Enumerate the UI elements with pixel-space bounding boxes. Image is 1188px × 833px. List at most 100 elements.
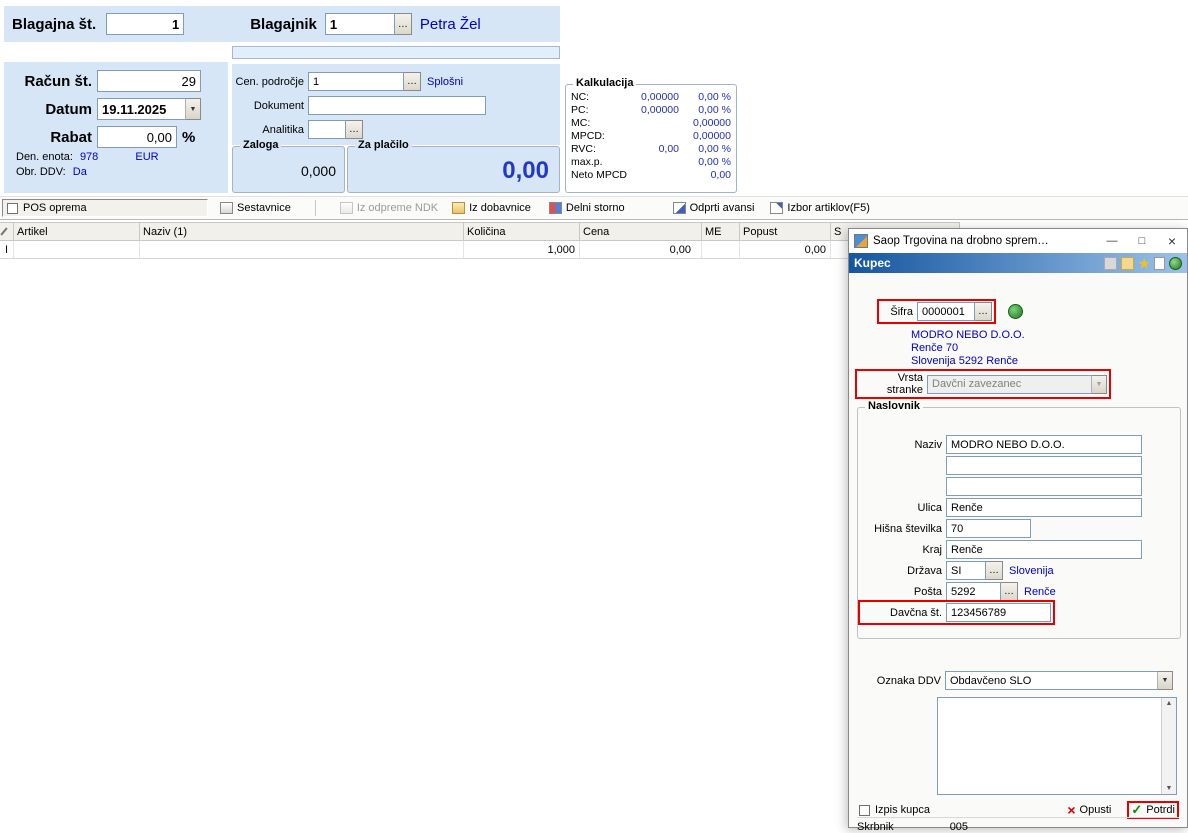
cancel-cross-icon: × xyxy=(1067,802,1076,818)
row-indicator: I xyxy=(0,241,14,258)
oznaka-ddv-dropdown-button[interactable]: ▼ xyxy=(1157,671,1173,690)
highlight-vrsta-stranke: Vrsta stranke Davčni zavezanec ▼ xyxy=(855,369,1111,399)
sestavnice-button[interactable]: Sestavnice xyxy=(216,200,295,216)
delni-storno-button[interactable]: Delni storno xyxy=(545,200,629,216)
notes-scrollbar[interactable]: ▲ ▼ xyxy=(1161,698,1176,794)
potrdi-button[interactable]: ✓ Potrdi xyxy=(1131,803,1175,816)
den-enota-code: 978 xyxy=(79,151,99,163)
kalk-row: RVC: 0,00 0,00 % xyxy=(566,142,736,155)
edit-column-header[interactable] xyxy=(0,223,14,240)
drzava-label: Država xyxy=(907,564,942,577)
scroll-down-icon[interactable]: ▼ xyxy=(1166,785,1173,792)
dialog-title: Saop Trgovina na drobno sprem… xyxy=(873,235,1049,247)
zaloga-value: 0,000 xyxy=(300,163,336,179)
cell-cena[interactable]: 0,00 xyxy=(580,241,702,258)
folder-icon[interactable] xyxy=(1121,256,1135,270)
iz-dobavnice-button[interactable]: Iz dobavnice xyxy=(448,200,535,216)
kraj-input[interactable]: Renče xyxy=(946,540,1142,559)
izpis-kupca-checkbox[interactable] xyxy=(859,804,870,816)
naziv-input[interactable]: MODRO NEBO D.O.O. xyxy=(946,435,1142,454)
analitika-input[interactable] xyxy=(308,120,346,139)
cell-naziv[interactable] xyxy=(140,241,464,258)
kalk-v2: 0,00 xyxy=(710,168,731,181)
naziv-label: Naziv xyxy=(914,438,942,451)
document-icon[interactable] xyxy=(1154,256,1165,270)
blagajna-input[interactable]: 1 xyxy=(106,13,185,35)
iz-odpreme-button: Iz odpreme NDK xyxy=(336,200,442,216)
drzava-lookup-button[interactable]: … xyxy=(986,561,1003,580)
table-row[interactable]: I 1,000 0,00 0,00 xyxy=(0,241,960,259)
za-placilo-label: Za plačilo xyxy=(355,139,412,151)
izbor-artiklov-button[interactable]: Izbor artiklov(F5) xyxy=(766,200,874,216)
maximize-button[interactable]: □ xyxy=(1127,230,1157,252)
blagajna-label: Blagajna št. xyxy=(12,15,97,33)
davcna-input[interactable]: 123456789 xyxy=(946,603,1051,622)
cell-kolicina[interactable]: 1,000 xyxy=(464,241,580,258)
cen-podrocje-name: Splošni xyxy=(427,75,464,88)
scroll-up-icon[interactable]: ▲ xyxy=(1166,700,1173,707)
kalk-v1: 0,00000 xyxy=(641,90,679,103)
oznaka-ddv-select[interactable]: Obdavčeno SLO xyxy=(945,671,1157,690)
ulica-input[interactable]: Renče xyxy=(946,498,1142,517)
pos-oprema-checkbox[interactable] xyxy=(7,202,18,214)
grid-header: Artikel Naziv (1) Količina Cena ME Popus… xyxy=(0,222,960,241)
datum-input[interactable]: 19.11.2025 xyxy=(97,98,185,120)
posta-lookup-button[interactable]: … xyxy=(1001,582,1018,601)
datum-dropdown-button[interactable]: ▼ xyxy=(185,98,201,120)
racun-input[interactable]: 29 xyxy=(97,70,201,92)
sifra-lookup-button[interactable]: … xyxy=(975,302,992,321)
cashier-panel: Blagajna št. 1 Blagajnik 1 … Petra Žel xyxy=(4,6,560,42)
cen-podrocje-input[interactable]: 1 xyxy=(308,72,404,91)
analitika-lookup-button[interactable]: … xyxy=(346,120,363,139)
column-header-me[interactable]: ME xyxy=(702,223,740,240)
globe-icon[interactable] xyxy=(1008,304,1023,319)
cell-popust[interactable]: 0,00 xyxy=(740,241,831,258)
sifra-input[interactable]: 0000001 xyxy=(917,302,975,321)
hisna-input[interactable]: 70 xyxy=(946,519,1031,538)
kalk-label: PC: xyxy=(571,103,589,116)
kalk-label: MPCD: xyxy=(571,129,605,142)
blagajnik-lookup-button[interactable]: … xyxy=(394,13,412,35)
rabat-input[interactable]: 0,00 xyxy=(97,126,177,148)
column-header-kolicina[interactable]: Količina xyxy=(464,223,580,240)
ulica-label: Ulica xyxy=(917,501,942,514)
column-header-artikel[interactable]: Artikel xyxy=(14,223,140,240)
edit-record-icon[interactable] xyxy=(1104,256,1118,270)
kalk-v2: 0,00 % xyxy=(698,90,731,103)
kalk-v2: 0,00 % xyxy=(698,155,731,168)
kalk-v1: 0,00 xyxy=(658,142,679,155)
delni-storno-label: Delni storno xyxy=(565,202,625,214)
dialog-titlebar[interactable]: Saop Trgovina na drobno sprem… — □ × xyxy=(849,229,1187,253)
dokument-input[interactable] xyxy=(308,96,486,115)
blagajnik-input[interactable]: 1 xyxy=(324,13,395,35)
opusti-button[interactable]: × Opusti xyxy=(1067,802,1111,818)
racun-label: Račun št. xyxy=(24,72,92,90)
close-button[interactable]: × xyxy=(1157,230,1187,252)
naziv-input-2[interactable] xyxy=(946,456,1142,475)
receipt-panel: Račun št. 29 Datum 19.11.2025 ▼ Rabat 0,… xyxy=(4,62,228,193)
posta-input[interactable]: 5292 xyxy=(946,582,1001,601)
cen-podrocje-lookup-button[interactable]: … xyxy=(404,72,421,91)
pricing-panel: Cen. področje 1 … Splošni Dokument Anali… xyxy=(232,64,560,145)
drzava-input[interactable]: SI xyxy=(946,561,986,580)
notes-textarea[interactable]: ▲ ▼ xyxy=(937,697,1177,795)
odprti-avansi-icon xyxy=(672,202,686,214)
vrsta-stranke-label: Vrsta stranke xyxy=(886,372,923,396)
kalk-row: MPCD: 0,00000 xyxy=(566,129,736,142)
column-header-popust[interactable]: Popust xyxy=(740,223,831,240)
dialog-content: Šifra 0000001 … MODRO NEBO D.O.O. Renče … xyxy=(849,273,1187,833)
cell-artikel[interactable] xyxy=(14,241,140,258)
vrsta-stranke-row: Vrsta stranke Davčni zavezanec ▼ xyxy=(855,369,1111,399)
globe-toolbar-icon[interactable] xyxy=(1169,256,1182,270)
column-header-cena[interactable]: Cena xyxy=(580,223,702,240)
iz-odpreme-label: Iz odpreme NDK xyxy=(356,202,439,214)
drzava-name: Slovenija xyxy=(1009,564,1054,577)
cell-me[interactable] xyxy=(702,241,740,258)
delni-storno-icon xyxy=(548,202,562,214)
naziv-input-3[interactable] xyxy=(946,477,1142,496)
star-icon[interactable]: ★ xyxy=(1138,257,1150,270)
vrsta-stranke-select[interactable]: Davčni zavezanec xyxy=(927,374,1091,394)
odprti-avansi-button[interactable]: Odprti avansi xyxy=(669,200,759,216)
column-header-naziv[interactable]: Naziv (1) xyxy=(140,223,464,240)
minimize-button[interactable]: — xyxy=(1097,230,1127,252)
